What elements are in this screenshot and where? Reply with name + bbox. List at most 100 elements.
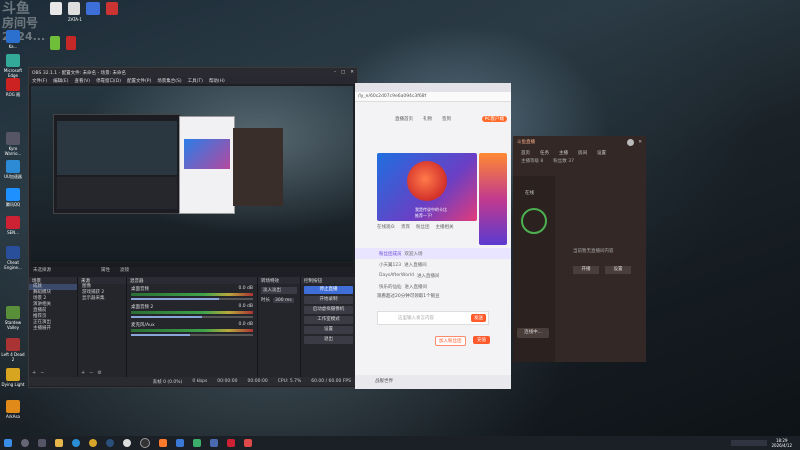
menu-edit[interactable]: 编辑(E) [53,78,68,84]
app2-tab-2[interactable]: 任务 [540,150,549,156]
nav-item-2[interactable]: 礼物 [423,116,432,122]
app2-tab-4[interactable]: 房间 [578,150,587,156]
desktop-icon-top-2[interactable] [68,2,80,15]
qq-icon[interactable] [123,439,131,447]
tab-audience[interactable]: 在线观众 [377,224,395,233]
menu-file[interactable]: 文件(F) [32,78,47,84]
desktop-icon-7[interactable]: SEN... [0,216,26,235]
duration-input[interactable]: 300 ms [273,297,294,303]
channel-2-slider[interactable] [131,316,253,318]
start-recording-button[interactable]: 开始录制 [304,296,353,304]
desktop-icon-top-3[interactable] [86,2,100,15]
remove-source-icon[interactable]: − [89,370,93,377]
channel-3-slider[interactable] [131,334,253,336]
desktop-icon-6[interactable]: 腾讯QQ [0,188,26,207]
maximize-icon[interactable]: □ [341,70,345,75]
desktop-icon-10[interactable]: Left 4 Dead 2 [0,338,26,362]
chat-text-4: 进入直播间 [404,284,428,290]
transition-select[interactable]: 淡入淡出 [261,287,297,294]
menu-profile[interactable]: 配置文件(P) [127,78,151,84]
exit-button[interactable]: 退出 [304,336,353,344]
menu-help[interactable]: 帮助(H) [209,78,225,84]
close-icon[interactable]: ✕ [350,70,354,75]
tab-fans[interactable]: 粉丝团 [416,224,430,233]
tab-host[interactable]: 主播相关 [436,224,454,233]
send-button[interactable]: 发送 [471,314,486,322]
desktop-icon-9[interactable]: Stardew Valley [0,306,26,330]
app2-tab-1[interactable]: 首页 [521,150,530,156]
desktop-icon-11[interactable]: Dying Light [0,368,26,387]
chat-input[interactable]: 这里输入发言内容 [378,315,471,321]
clock[interactable]: 18:29 2026/4/12 [771,438,792,448]
browser-window: /ly_e/60c2d07c9e6a094c3f68f 直播首页 礼物 签到 P… [355,83,511,375]
desktop-icon-1[interactable]: Ka... [0,30,26,49]
chat-user-1[interactable]: 粉丝团成员 [379,251,402,257]
search-icon[interactable] [21,439,29,447]
settings-button[interactable]: 设置 [304,326,353,334]
chat-text-3: 进入直播间 [416,273,440,279]
watch-notice: 观看超过20分钟可领取1个银豆 [377,294,440,299]
chat-user-2[interactable]: 小天翼123 [379,262,401,268]
obs-icon[interactable] [140,438,150,448]
nav-item-3[interactable]: 签到 [442,116,451,122]
desktop-icon-4[interactable]: Kyro Warrio... [0,132,26,156]
recharge-button[interactable]: 充值 [473,336,490,344]
promo-banner[interactable]: 我是传说中的卡比 推荐一下! [377,153,477,221]
cheat-icon[interactable] [210,439,218,447]
task-view-icon[interactable] [38,439,46,447]
steam-icon[interactable] [106,439,114,447]
channel-1-slider[interactable] [131,298,253,300]
explorer-icon[interactable] [55,439,63,447]
app2-tab-3[interactable]: 主播 [559,150,568,156]
source-gear-icon[interactable]: ⚙ [97,370,101,377]
desktop-icon-5[interactable]: UU加速器 [0,160,26,179]
douyu-icon[interactable] [159,439,167,447]
app2-tab-5[interactable]: 设置 [597,150,606,156]
desktop-icon-12[interactable]: ArkAsa [0,400,26,419]
chat-user-3[interactable]: DaysAfterWorld [379,273,414,278]
menu-tools[interactable]: 工具(T) [188,78,203,84]
desktop-icon-3[interactable]: ROG 随 [0,78,26,97]
menu-docks[interactable]: 停靠窗口(D) [96,78,121,84]
app2-avatar[interactable] [627,138,635,146]
virtual-camera-button[interactable]: 启动虚拟摄像机 [304,306,353,314]
scene-item-8[interactable]: 主播展开 [29,326,77,332]
filters-button[interactable]: 滤镜 [120,267,129,273]
nav-item-1[interactable]: 直播首页 [395,116,413,122]
add-source-icon[interactable]: + [81,370,85,377]
game-icon[interactable] [193,439,201,447]
source-item-3[interactable]: 显示器采集 [78,296,126,302]
minimize-icon[interactable]: – [334,70,336,75]
netease-icon[interactable] [227,439,235,447]
chat-user-4[interactable]: 快乐的仙仙 [379,284,402,290]
desktop-icon-8[interactable]: Cheat Engine... [0,246,26,270]
start-icon[interactable] [4,439,12,447]
menu-view[interactable]: 查看(V) [74,78,90,84]
chrome-icon[interactable] [89,439,97,447]
url-text[interactable]: /ly_e/60c2d07c9e6a094c3f68f [358,94,426,99]
pc-client-button[interactable]: PC客户端 [481,116,507,122]
promo-side-ad[interactable] [479,153,507,245]
app2-settings-button[interactable]: 设置 [605,266,631,274]
desktop-icon-green[interactable] [50,36,60,50]
menu-scene-collection[interactable]: 场景集合(S) [157,78,181,84]
tray-icons[interactable] [731,440,768,446]
files-icon[interactable] [176,439,184,447]
music-icon[interactable] [244,439,252,447]
app2-close-icon[interactable]: ✕ [638,140,642,145]
add-scene-icon[interactable]: + [32,370,36,377]
stop-stream-button[interactable]: 停止直播 [304,286,353,294]
obs-preview[interactable] [31,86,353,262]
properties-button[interactable]: 属性 [101,267,110,273]
desktop-icon-top-1[interactable] [50,2,62,15]
edge-icon[interactable] [72,439,80,447]
desktop-icon-2[interactable]: Microsoft Edge [0,54,26,78]
desktop-icon-top-4[interactable] [106,2,118,15]
tab-vip[interactable]: 贵宾 [401,224,410,233]
app2-start-button[interactable]: 开播 [573,266,599,274]
remove-scene-icon[interactable]: − [40,370,44,377]
app2-connect-button[interactable]: 连线中... [517,328,549,338]
desktop-icon-red[interactable] [66,36,76,50]
join-fan-button[interactable]: 加入粉丝团 [435,336,466,346]
studio-mode-button[interactable]: 工作室模式 [304,316,353,324]
